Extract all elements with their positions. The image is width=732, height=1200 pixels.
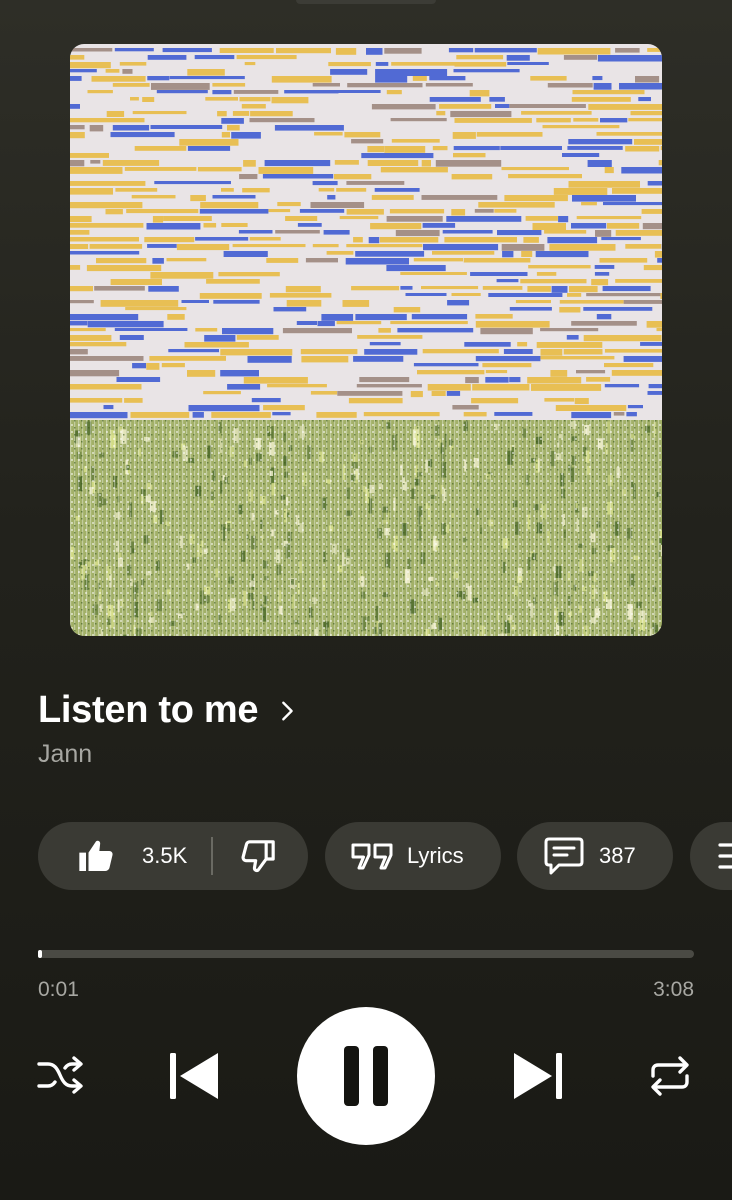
comment-icon (544, 837, 584, 875)
track-title[interactable]: Listen to me (38, 684, 259, 736)
comments-button[interactable]: 387 (517, 822, 673, 890)
current-time: 0:01 (38, 978, 79, 1001)
like-button[interactable]: 3.5K (38, 822, 213, 890)
previous-button[interactable] (164, 1048, 224, 1104)
like-count: 3.5K (142, 843, 188, 868)
chevron-right-icon[interactable] (276, 700, 298, 722)
menu-icon (718, 843, 732, 869)
previous-icon (170, 1053, 218, 1099)
album-art (70, 44, 662, 636)
thumbs-down-icon (241, 840, 275, 873)
like-dislike-pill: 3.5K (38, 822, 308, 890)
thumbs-up-icon (79, 840, 113, 871)
repeat-icon (651, 1056, 689, 1096)
repeat-button[interactable] (644, 1052, 696, 1100)
dislike-button[interactable] (213, 822, 279, 890)
album-art-image (70, 44, 662, 636)
quote-icon (351, 843, 393, 870)
total-time: 3:08 (653, 978, 694, 1001)
action-bar: 3.5K Lyrics 387 (38, 822, 732, 890)
progress-bar[interactable] (38, 950, 694, 958)
save-to-playlist-button[interactable] (690, 822, 732, 890)
next-button[interactable] (508, 1048, 568, 1104)
lyrics-button[interactable]: Lyrics (325, 822, 501, 890)
comment-count: 387 (599, 843, 636, 868)
lyrics-label: Lyrics (407, 843, 464, 868)
play-pause-button[interactable] (297, 1007, 435, 1145)
title-row[interactable]: Listen to me (38, 684, 698, 736)
next-icon (514, 1053, 562, 1099)
track-artist[interactable]: Jann (38, 740, 698, 769)
shuffle-button[interactable] (34, 1052, 86, 1100)
shuffle-icon (37, 1056, 83, 1094)
drag-handle[interactable] (296, 0, 436, 4)
progress-fill (38, 950, 42, 958)
track-info: Listen to me Jann (38, 684, 698, 769)
pause-icon (344, 1046, 388, 1106)
